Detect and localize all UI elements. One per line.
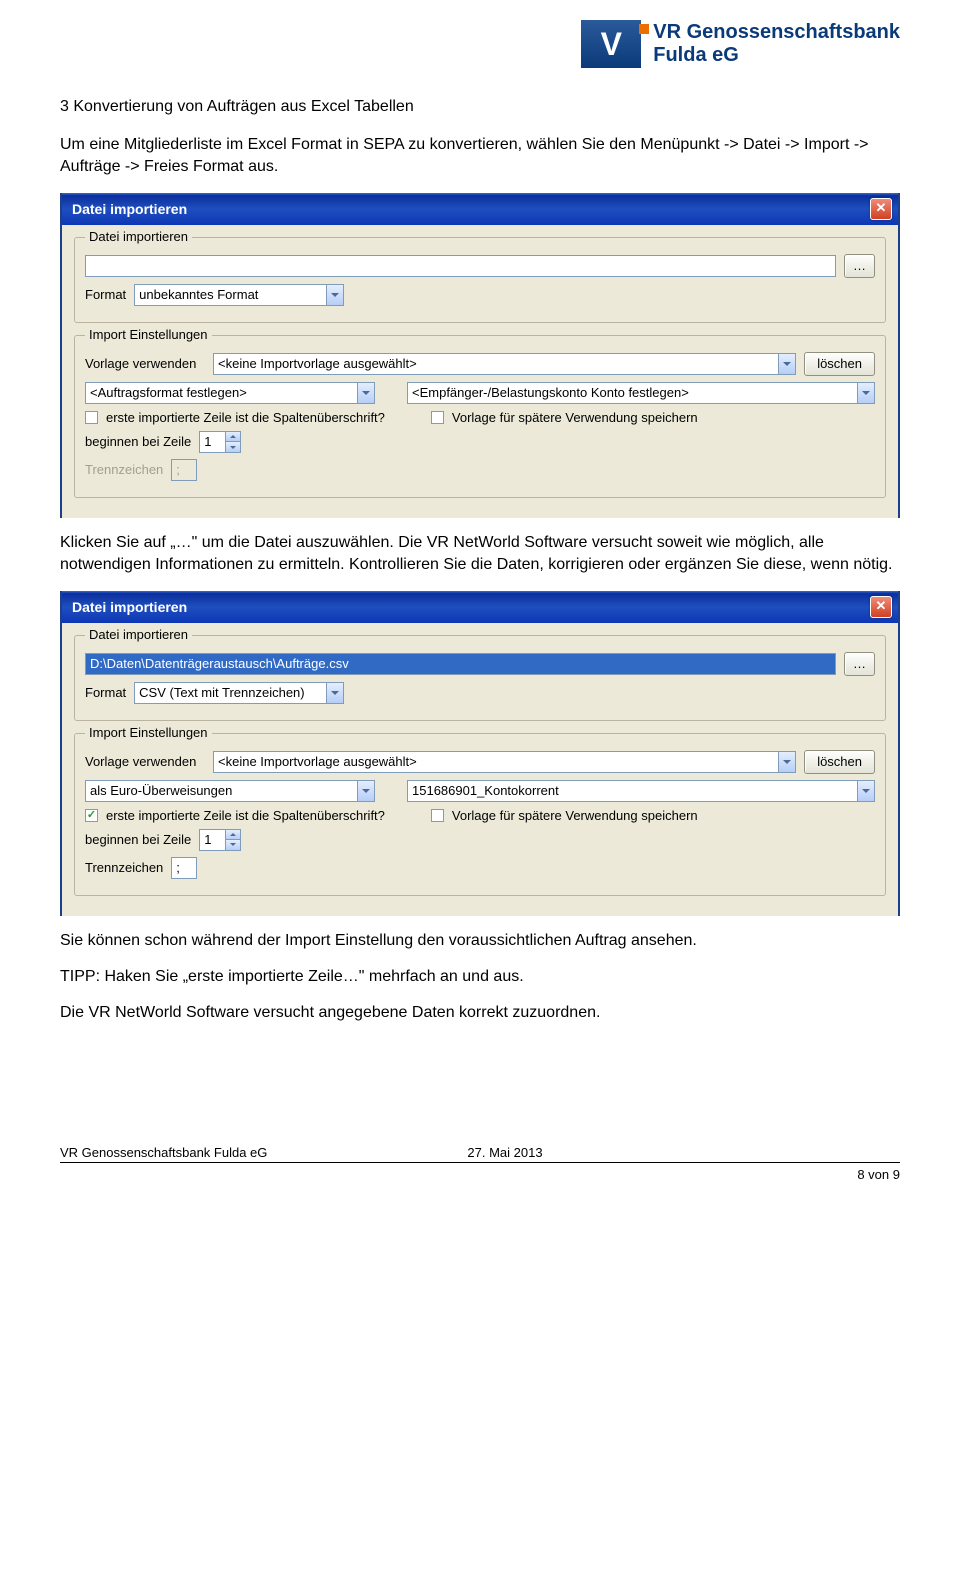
fieldset-file-import: Datei importieren D:\Daten\Datenträgerau… bbox=[74, 635, 886, 721]
vr-logo-icon: V bbox=[581, 20, 641, 68]
fieldset-legend: Import Einstellungen bbox=[85, 327, 212, 342]
first-row-label: erste importierte Zeile ist die Spaltenü… bbox=[106, 808, 385, 823]
footer-left: VR Genossenschaftsbank Fulda eG bbox=[60, 1145, 267, 1160]
account-combo[interactable]: <Empfänger-/Belastungskonto Konto festle… bbox=[407, 382, 875, 404]
template-label: Vorlage verwenden bbox=[85, 754, 205, 769]
format-combo[interactable]: CSV (Text mit Trennzeichen) bbox=[134, 682, 344, 704]
chevron-down-icon bbox=[857, 383, 874, 403]
logo-orange-square bbox=[639, 24, 649, 34]
import-dialog-2: Datei importieren ✕ Datei importieren D:… bbox=[60, 591, 900, 916]
delete-template-button[interactable]: löschen bbox=[804, 750, 875, 774]
chevron-down-icon bbox=[326, 683, 343, 703]
fieldset-legend: Import Einstellungen bbox=[85, 725, 212, 740]
logo-v-letter: V bbox=[601, 26, 622, 63]
titlebar: Datei importieren ✕ bbox=[62, 591, 898, 623]
import-dialog-1: Datei importieren ✕ Datei importieren … … bbox=[60, 193, 900, 518]
first-row-label: erste importierte Zeile ist die Spaltenü… bbox=[106, 410, 385, 425]
template-combo[interactable]: <keine Importvorlage ausgewählt> bbox=[213, 751, 796, 773]
fieldset-import-settings: Import Einstellungen Vorlage verwenden <… bbox=[74, 335, 886, 498]
save-template-label: Vorlage für spätere Verwendung speichern bbox=[452, 808, 698, 823]
format-combo[interactable]: unbekanntes Format bbox=[134, 284, 344, 306]
chevron-down-icon bbox=[857, 781, 874, 801]
page-heading: 3 Konvertierung von Aufträgen aus Excel … bbox=[60, 98, 900, 116]
separator-label: Trennzeichen bbox=[85, 462, 163, 477]
fieldset-import-settings: Import Einstellungen Vorlage verwenden <… bbox=[74, 733, 886, 896]
save-template-label: Vorlage für spätere Verwendung speichern bbox=[452, 410, 698, 425]
fieldset-file-import: Datei importieren … Format unbekanntes F… bbox=[74, 237, 886, 323]
chevron-down-icon bbox=[778, 752, 795, 772]
save-template-checkbox[interactable] bbox=[431, 411, 444, 424]
page-footer: VR Genossenschaftsbank Fulda eG 27. Mai … bbox=[60, 1145, 900, 1163]
logo-text: VR Genossenschaftsbank Fulda eG bbox=[653, 21, 900, 67]
paragraph-5: Die VR NetWorld Software versucht angege… bbox=[60, 1002, 900, 1024]
separator-input: ; bbox=[171, 459, 197, 481]
save-template-checkbox[interactable] bbox=[431, 809, 444, 822]
page-number: 8 von 9 bbox=[60, 1167, 900, 1182]
order-format-combo[interactable]: <Auftragsformat festlegen> bbox=[85, 382, 375, 404]
paragraph-2: Klicken Sie auf „…" um die Datei auszuwä… bbox=[60, 532, 900, 577]
paragraph-3: Sie können schon während der Import Eins… bbox=[60, 930, 900, 952]
template-label: Vorlage verwenden bbox=[85, 356, 205, 371]
close-button[interactable]: ✕ bbox=[870, 596, 892, 618]
template-combo[interactable]: <keine Importvorlage ausgewählt> bbox=[213, 353, 796, 375]
fieldset-legend: Datei importieren bbox=[85, 627, 192, 642]
chevron-down-icon bbox=[357, 383, 374, 403]
logo-line1: VR Genossenschaftsbank bbox=[653, 21, 900, 44]
begin-row-label: beginnen bei Zeile bbox=[85, 832, 191, 847]
paragraph-4: TIPP: Haken Sie „erste importierte Zeile… bbox=[60, 966, 900, 988]
first-row-header-checkbox[interactable] bbox=[85, 411, 98, 424]
format-label: Format bbox=[85, 287, 126, 302]
format-label: Format bbox=[85, 685, 126, 700]
file-path-input[interactable] bbox=[85, 255, 836, 277]
header-logo: V VR Genossenschaftsbank Fulda eG bbox=[60, 20, 900, 68]
footer-right: 27. Mai 2013 bbox=[467, 1145, 542, 1160]
first-row-header-checkbox[interactable] bbox=[85, 809, 98, 822]
account-combo[interactable]: 151686901_Kontokorrent bbox=[407, 780, 875, 802]
begin-row-spinner[interactable]: 1 bbox=[199, 431, 241, 453]
paragraph-1: Um eine Mitgliederliste im Excel Format … bbox=[60, 134, 900, 179]
close-button[interactable]: ✕ bbox=[870, 198, 892, 220]
chevron-down-icon bbox=[357, 781, 374, 801]
begin-row-label: beginnen bei Zeile bbox=[85, 434, 191, 449]
separator-input[interactable]: ; bbox=[171, 857, 197, 879]
browse-button[interactable]: … bbox=[844, 652, 875, 676]
order-format-combo[interactable]: als Euro-Überweisungen bbox=[85, 780, 375, 802]
delete-template-button[interactable]: löschen bbox=[804, 352, 875, 376]
browse-button[interactable]: … bbox=[844, 254, 875, 278]
chevron-down-icon bbox=[326, 285, 343, 305]
dialog-title: Datei importieren bbox=[72, 599, 187, 615]
fieldset-legend: Datei importieren bbox=[85, 229, 192, 244]
chevron-down-icon bbox=[778, 354, 795, 374]
dialog-title: Datei importieren bbox=[72, 201, 187, 217]
begin-row-spinner[interactable]: 1 bbox=[199, 829, 241, 851]
logo-line2: Fulda eG bbox=[653, 44, 900, 67]
file-path-input[interactable]: D:\Daten\Datenträgeraustausch\Aufträge.c… bbox=[85, 653, 836, 675]
titlebar: Datei importieren ✕ bbox=[62, 193, 898, 225]
separator-label: Trennzeichen bbox=[85, 860, 163, 875]
